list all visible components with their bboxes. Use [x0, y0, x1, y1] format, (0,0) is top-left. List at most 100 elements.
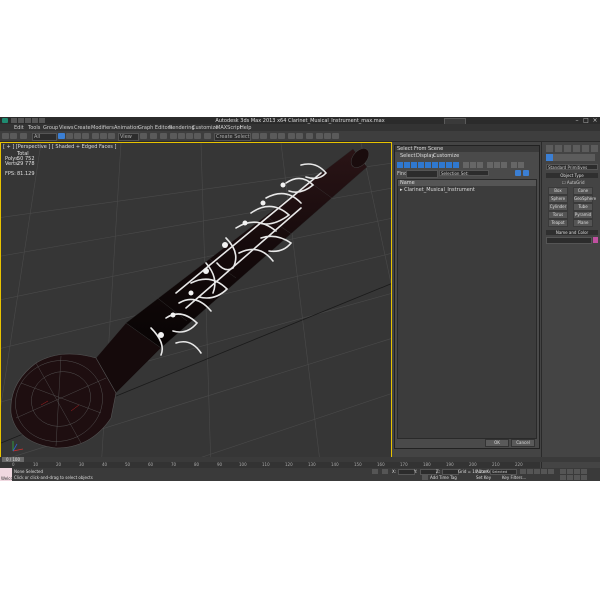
- set-key-button[interactable]: Set Key: [476, 475, 491, 480]
- selection-filter-dropdown[interactable]: All: [32, 133, 57, 141]
- render-production-icon[interactable]: [332, 133, 339, 139]
- autogrid-checkbox[interactable]: ☐ AutoGrid: [562, 180, 585, 185]
- material-editor-icon[interactable]: [306, 133, 313, 139]
- sphere-button[interactable]: Sphere: [548, 195, 568, 203]
- cameras-icon[interactable]: [567, 154, 574, 161]
- move-icon[interactable]: [92, 133, 99, 139]
- pivot-icon[interactable]: [140, 133, 147, 139]
- select-object-icon[interactable]: [58, 133, 65, 139]
- viewport-label[interactable]: [ + ] [Perspective ] [ Shaded + Edged Fa…: [3, 144, 116, 150]
- filter-icon[interactable]: [515, 170, 521, 176]
- display-shapes-icon[interactable]: [404, 162, 410, 168]
- snaps-toggle-icon[interactable]: [170, 133, 177, 139]
- name-column-header[interactable]: Name: [398, 180, 536, 186]
- display-none-icon[interactable]: [470, 162, 476, 168]
- display-xrefs-icon[interactable]: [446, 162, 452, 168]
- align-icon[interactable]: [260, 133, 267, 139]
- display-geometry-icon[interactable]: [397, 162, 403, 168]
- redo-button[interactable]: [10, 133, 17, 139]
- options-icon[interactable]: [523, 170, 529, 176]
- key-filters-button[interactable]: Key Filters...: [502, 475, 526, 480]
- object-name-input[interactable]: [546, 237, 592, 244]
- object-type-rollout[interactable]: Object Type: [546, 173, 598, 178]
- percent-snap-icon[interactable]: [186, 133, 193, 139]
- time-tag-icon[interactable]: [422, 475, 428, 480]
- add-time-tag-button[interactable]: Add Time Tag: [430, 475, 457, 480]
- play-icon[interactable]: [534, 469, 540, 474]
- close-icon[interactable]: ×: [591, 117, 599, 124]
- go-to-end-icon[interactable]: [548, 469, 554, 474]
- select-all-icon[interactable]: [487, 162, 493, 168]
- zoom-icon[interactable]: [560, 469, 566, 474]
- tab-customize[interactable]: Customize: [433, 153, 459, 159]
- display-spacewarps-icon[interactable]: [432, 162, 438, 168]
- hierarchy-tab-icon[interactable]: [564, 145, 571, 152]
- systems-icon[interactable]: [588, 154, 595, 161]
- tab-select[interactable]: Select: [400, 153, 415, 159]
- select-dependents-icon[interactable]: [518, 162, 524, 168]
- maximize-icon[interactable]: □: [582, 117, 590, 124]
- geometry-icon[interactable]: [546, 154, 553, 161]
- zoom-extents-icon[interactable]: [574, 469, 580, 474]
- zoom-all-icon[interactable]: [567, 469, 573, 474]
- rectangular-selection-icon[interactable]: [74, 133, 81, 139]
- display-groups-icon[interactable]: [439, 162, 445, 168]
- plane-button[interactable]: Plane: [573, 219, 593, 227]
- select-invert-icon[interactable]: [501, 162, 507, 168]
- next-frame-icon[interactable]: [541, 469, 547, 474]
- select-manipulate-icon[interactable]: [150, 133, 157, 139]
- dialog-title[interactable]: Select From Scene: [395, 146, 539, 152]
- link-icon[interactable]: [20, 133, 27, 139]
- cone-button[interactable]: Cone: [573, 187, 593, 195]
- mirror-icon[interactable]: [252, 133, 259, 139]
- sync-selection-icon[interactable]: [511, 162, 517, 168]
- name-and-color-rollout[interactable]: Name and Color: [546, 230, 598, 235]
- tab-display[interactable]: Display: [416, 153, 434, 159]
- motion-tab-icon[interactable]: [573, 145, 580, 152]
- display-bones-icon[interactable]: [453, 162, 459, 168]
- display-lights-icon[interactable]: [411, 162, 417, 168]
- x-coordinate-input[interactable]: [398, 469, 415, 475]
- edit-named-selection-icon[interactable]: [204, 133, 211, 139]
- box-button[interactable]: Box: [548, 187, 568, 195]
- cylinder-button[interactable]: Cylinder: [548, 203, 568, 211]
- pyramid-button[interactable]: Pyramid: [573, 211, 593, 219]
- display-tab-icon[interactable]: [582, 145, 589, 152]
- selection-set-dropdown[interactable]: Selection Set:: [439, 170, 489, 176]
- tube-button[interactable]: Tube: [573, 203, 593, 211]
- primitive-type-dropdown[interactable]: Standard Primitives: [546, 164, 598, 170]
- ok-button[interactable]: OK: [485, 439, 509, 447]
- rendered-frame-window-icon[interactable]: [324, 133, 331, 139]
- go-to-start-icon[interactable]: [520, 469, 526, 474]
- perspective-viewport[interactable]: [ + ] [Perspective ] [ Shaded + Edged Fa…: [0, 142, 392, 469]
- graphite-toggle-icon[interactable]: [278, 133, 285, 139]
- minimize-icon[interactable]: –: [573, 117, 581, 124]
- select-by-name-icon[interactable]: [66, 133, 73, 139]
- teapot-button[interactable]: Teapot: [548, 219, 568, 227]
- shapes-icon[interactable]: [553, 154, 560, 161]
- lock-selection-icon[interactable]: [372, 469, 378, 474]
- cancel-button[interactable]: Cancel: [511, 439, 535, 447]
- torus-button[interactable]: Torus: [548, 211, 568, 219]
- list-item[interactable]: ▸ Clarinet_Musical_Instrument: [400, 187, 475, 193]
- modify-tab-icon[interactable]: [555, 145, 562, 152]
- field-of-view-icon[interactable]: [560, 475, 566, 480]
- maximize-viewport-icon[interactable]: [581, 475, 587, 480]
- rotate-icon[interactable]: [100, 133, 107, 139]
- curve-editor-icon[interactable]: [288, 133, 295, 139]
- helpers-icon[interactable]: [574, 154, 581, 161]
- utilities-tab-icon[interactable]: [591, 145, 598, 152]
- object-color-swatch[interactable]: [593, 237, 598, 243]
- schematic-view-icon[interactable]: [296, 133, 303, 139]
- display-all-icon[interactable]: [463, 162, 469, 168]
- display-cameras-icon[interactable]: [418, 162, 424, 168]
- select-none-icon[interactable]: [494, 162, 500, 168]
- named-selection-dropdown[interactable]: Create Selection Set: [214, 133, 251, 141]
- orbit-icon[interactable]: [574, 475, 580, 480]
- layer-manager-icon[interactable]: [270, 133, 277, 139]
- spinner-snap-icon[interactable]: [194, 133, 201, 139]
- geosphere-button[interactable]: GeoSphere: [573, 195, 596, 203]
- zoom-extents-all-icon[interactable]: [581, 469, 587, 474]
- pan-view-icon[interactable]: [567, 475, 573, 480]
- reference-coordinate-dropdown[interactable]: View: [118, 133, 139, 141]
